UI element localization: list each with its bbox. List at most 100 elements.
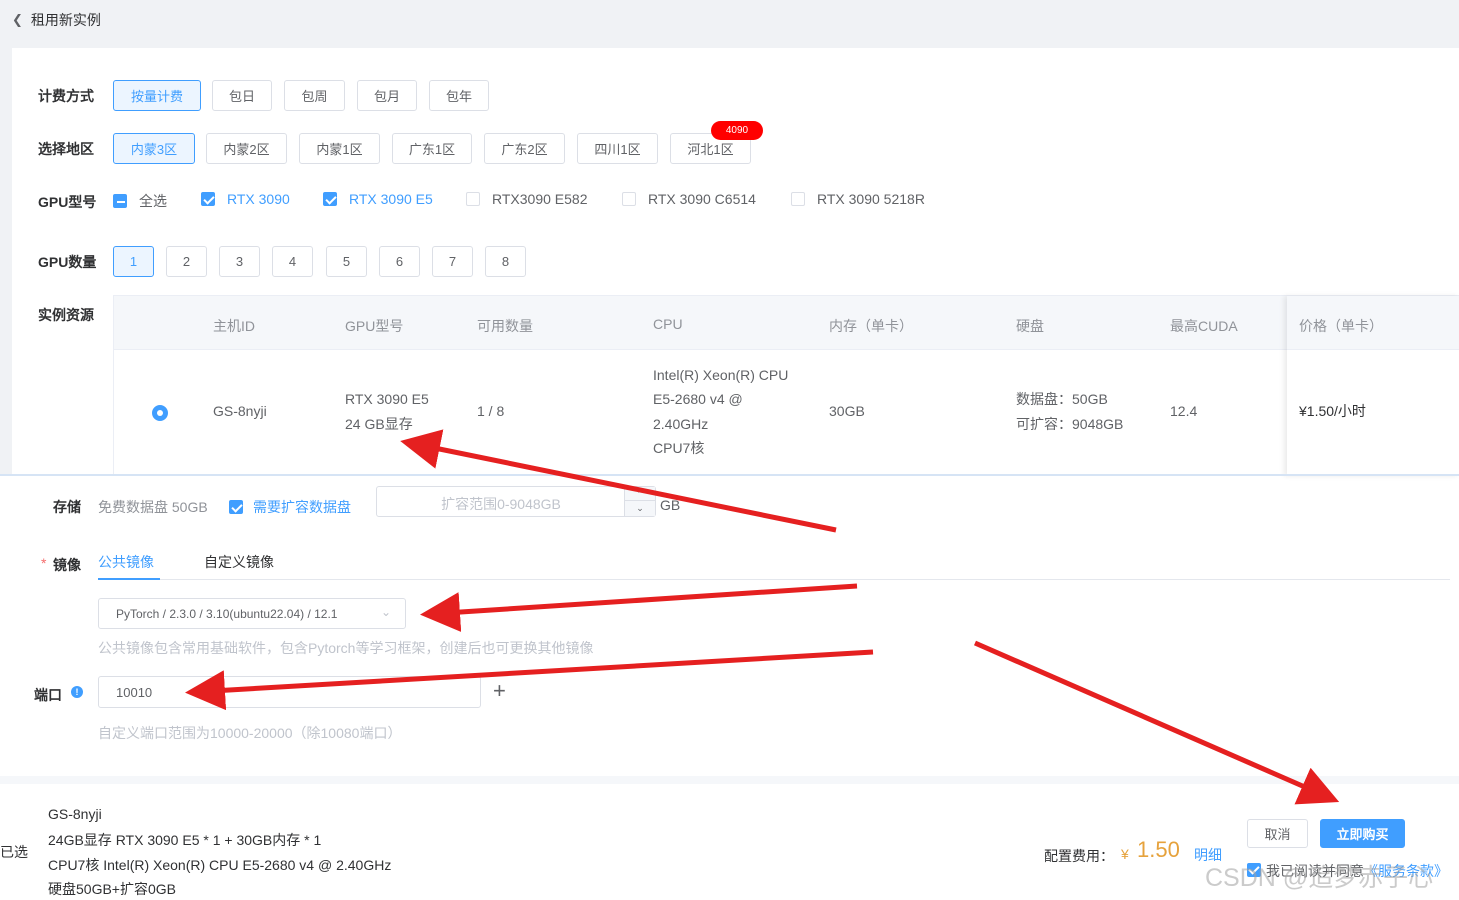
arrow-to-image-select xyxy=(420,583,858,632)
left-gutter xyxy=(0,48,12,476)
instances-table: 主机ID GPU型号 可用数量 CPU 内存（单卡） 硬盘 最高CUDA 价格（… xyxy=(113,295,1459,475)
cell-cuda: 12.4 xyxy=(1170,403,1198,419)
billing-option-pay-as-you-go[interactable]: 按量计费 xyxy=(113,80,201,111)
price-column: 价格（单卡） ¥1.50/小时 xyxy=(1287,296,1459,476)
region-option-guangdong1[interactable]: 广东1区 xyxy=(392,133,472,164)
billing-label: 计费方式 xyxy=(38,88,94,104)
back-label: 租用新实例 xyxy=(30,12,101,28)
gpu-option-label: RTX 3090 xyxy=(227,191,290,207)
gpu-count-7[interactable]: 7 xyxy=(432,246,473,277)
billing-option-monthly[interactable]: 包月 xyxy=(357,80,417,111)
summary-cpu: CPU7核 Intel(R) Xeon(R) CPU E5-2680 v4 @ … xyxy=(48,857,392,873)
gpu-count-label: GPU数量 xyxy=(38,254,97,270)
tab-public-image[interactable]: 公共镜像 xyxy=(98,552,154,572)
screenshot-divider xyxy=(0,474,1459,476)
checkbox-checked-icon xyxy=(201,192,215,206)
expand-disk-input[interactable]: 扩容范围0-9048GB ⌃ ⌄ xyxy=(376,486,656,517)
gpu-option-label: RTX 3090 5218R xyxy=(817,191,925,207)
agree-label: 我已阅读并同意 xyxy=(1266,863,1364,879)
gpu-count-4[interactable]: 4 xyxy=(272,246,313,277)
cost-label: 配置费用： xyxy=(1044,848,1114,864)
plus-icon[interactable]: + xyxy=(493,678,506,704)
column-gpu-model: GPU型号 xyxy=(345,318,404,334)
column-disk: 硬盘 xyxy=(1016,318,1044,334)
column-available: 可用数量 xyxy=(477,318,533,334)
cell-price: ¥1.50/小时 xyxy=(1299,403,1366,419)
port-label: 端口 xyxy=(34,687,62,703)
gpu-option-rtx3090[interactable]: RTX 3090 xyxy=(201,191,290,207)
column-host-id: 主机ID xyxy=(213,318,255,334)
cell-gpu-memory: 24 GB显存 xyxy=(345,416,413,432)
image-label: 镜像 xyxy=(53,557,81,573)
chevron-down-icon[interactable]: ⌄ xyxy=(625,501,655,515)
gpu-model-label: GPU型号 xyxy=(38,194,97,210)
expand-disk-checkbox[interactable]: 需要扩容数据盘 xyxy=(229,497,351,517)
port-input[interactable]: 10010 xyxy=(98,676,481,708)
expand-disk-placeholder: 扩容范围0-9048GB xyxy=(441,496,561,512)
row-radio-selected[interactable] xyxy=(152,405,168,421)
gpu-count-6[interactable]: 6 xyxy=(379,246,420,277)
gpu-count-8[interactable]: 8 xyxy=(485,246,526,277)
region-option-neimeng3[interactable]: 内蒙3区 xyxy=(113,133,195,164)
cancel-button[interactable]: 取消 xyxy=(1247,819,1308,848)
region-badge-4090: 4090 xyxy=(711,121,763,140)
buy-now-button[interactable]: 立即购买 xyxy=(1320,819,1405,848)
region-option-guangdong2[interactable]: 广东2区 xyxy=(484,133,565,164)
cell-available: 1 / 8 xyxy=(477,403,505,419)
image-select[interactable]: PyTorch / 2.3.0 / 3.10(ubuntu22.04) / 12… xyxy=(98,598,406,629)
tab-custom-image[interactable]: 自定义镜像 xyxy=(204,552,274,572)
gpu-option-label: RTX 3090 C6514 xyxy=(648,191,756,207)
instances-label: 实例资源 xyxy=(38,307,94,323)
checkbox-empty-icon xyxy=(466,192,480,206)
back-button[interactable]: ❮ 租用新实例 xyxy=(12,10,101,30)
storage-free-text: 免费数据盘 50GB xyxy=(98,499,208,515)
gpu-count-3[interactable]: 3 xyxy=(219,246,260,277)
checkbox-checked-icon xyxy=(323,192,337,206)
selected-label: 已选 xyxy=(0,844,28,860)
expand-disk-label: 需要扩容数据盘 xyxy=(253,499,351,515)
cost-detail-link[interactable]: 明细 xyxy=(1194,845,1222,865)
cell-disk-data: 数据盘：50GB xyxy=(1016,391,1108,407)
agree-checkbox[interactable] xyxy=(1247,863,1261,877)
gpu-option-rtx3090-c6514[interactable]: RTX 3090 C6514 xyxy=(622,191,756,207)
tabs-divider xyxy=(98,579,1450,580)
gpu-option-rtx3090-e5[interactable]: RTX 3090 E5 xyxy=(323,191,433,207)
billing-option-yearly[interactable]: 包年 xyxy=(429,80,489,111)
number-stepper[interactable]: ⌃ ⌄ xyxy=(624,487,655,516)
gpu-count-5[interactable]: 5 xyxy=(326,246,367,277)
region-option-neimeng2[interactable]: 内蒙2区 xyxy=(206,133,287,164)
checkbox-indeterminate-icon xyxy=(113,194,127,208)
image-hint: 公共镜像包含常用基础软件，包含Pytorch等学习框架，创建后也可更换其他镜像 xyxy=(98,640,594,656)
region-option-neimeng1[interactable]: 内蒙1区 xyxy=(299,133,380,164)
gpu-option-label: RTX3090 E582 xyxy=(492,191,588,207)
cell-cpu-line2: E5-2680 v4 @ xyxy=(653,391,743,407)
column-cuda: 最高CUDA xyxy=(1170,318,1238,334)
column-price: 价格（单卡） xyxy=(1299,318,1383,334)
cell-memory: 30GB xyxy=(829,403,865,419)
agree-text: 我已阅读并同意《服务条款》 xyxy=(1266,861,1448,881)
cell-disk-expand: 可扩容：9048GB xyxy=(1016,416,1124,432)
billing-option-weekly[interactable]: 包周 xyxy=(284,80,345,111)
terms-link[interactable]: 《服务条款》 xyxy=(1364,863,1448,879)
port-hint: 自定义端口范围为10000-20000（除10080端口） xyxy=(98,725,402,741)
cell-cpu-line1: Intel(R) Xeon(R) CPU xyxy=(653,367,789,383)
gpu-count-1[interactable]: 1 xyxy=(113,246,154,277)
summary-host: GS-8nyji xyxy=(48,806,102,822)
cost-value: 1.50 xyxy=(1137,837,1180,862)
info-icon[interactable]: ! xyxy=(71,686,83,698)
cell-cpu-line4: CPU7核 xyxy=(653,440,705,456)
region-option-sichuan1[interactable]: 四川1区 xyxy=(577,133,658,164)
footer-separator xyxy=(0,776,1459,784)
billing-option-daily[interactable]: 包日 xyxy=(212,80,272,111)
gpu-option-rtx3090-5218r[interactable]: RTX 3090 5218R xyxy=(791,191,925,207)
summary-disk: 硬盘50GB+扩容0GB xyxy=(48,881,176,897)
gpu-count-2[interactable]: 2 xyxy=(166,246,207,277)
gpu-option-label: RTX 3090 E5 xyxy=(349,191,433,207)
chevron-up-icon[interactable]: ⌃ xyxy=(625,487,655,501)
top-bar: ❮ 租用新实例 xyxy=(0,0,1459,48)
gpu-select-all-checkbox[interactable]: 全选 xyxy=(113,191,167,211)
cell-gpu-model: RTX 3090 E5 xyxy=(345,391,429,407)
storage-unit: GB xyxy=(660,497,681,513)
gpu-option-rtx3090-e582[interactable]: RTX3090 E582 xyxy=(466,191,587,207)
required-mark: * xyxy=(41,555,47,571)
